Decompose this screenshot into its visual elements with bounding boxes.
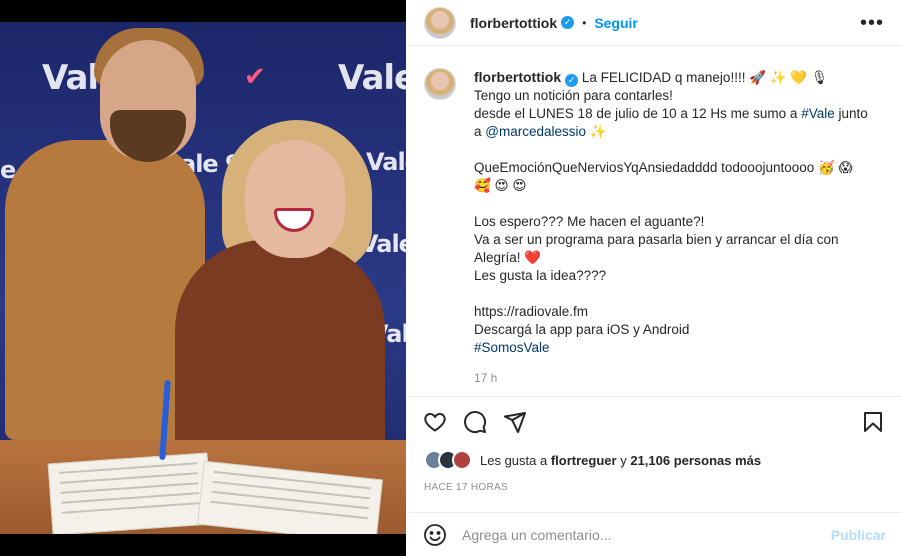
backdrop-logo-text: Vale	[366, 148, 406, 176]
more-horizontal-icon[interactable]: •••	[860, 13, 884, 33]
backdrop-logo-text: Vale	[338, 58, 406, 98]
caption-text-segment: ✨	[586, 124, 607, 139]
avatar[interactable]	[452, 450, 472, 470]
verified-badge-icon: ✓	[565, 73, 579, 87]
photo-letterbox-top	[0, 0, 406, 22]
caption-line-10: Les gusta la idea????	[474, 268, 607, 283]
caption-line-6: 🥰 😍 😍	[474, 178, 527, 193]
mention-link-marcedalessio[interactable]: @marcedalessio	[485, 124, 586, 139]
comment-input[interactable]	[462, 526, 831, 543]
backdrop-logo-mark: ✔	[244, 62, 266, 92]
post-photo[interactable]: Vale ✔ Vale Vale ale 97 Vale e 97 Vale	[0, 0, 406, 556]
header-username[interactable]: florbertottiok	[470, 15, 557, 31]
heart-icon[interactable]	[422, 409, 448, 435]
caption-line-3: desde el LUNES 18 de julio de 10 a 12 Hs…	[474, 105, 884, 123]
share-icon[interactable]	[502, 409, 528, 435]
post-time-ago[interactable]: HACE 17 HORAS	[424, 482, 508, 493]
caption-text-segment: a	[474, 124, 486, 139]
instagram-post: Vale ✔ Vale Vale ale 97 Vale e 97 Vale f…	[0, 0, 902, 556]
liker-username-link[interactable]: flortreguer	[551, 453, 617, 468]
caption-username[interactable]: florbertottiok	[474, 69, 561, 85]
woman-face	[245, 140, 345, 258]
action-bar	[406, 396, 902, 446]
verified-badge-icon: ✓	[561, 16, 575, 29]
emoji-icon[interactable]	[422, 522, 448, 548]
caption-timestamp[interactable]: 17 h	[474, 369, 884, 387]
likes-prefix: Les gusta a	[480, 452, 548, 468]
likes-middle: y	[620, 452, 627, 468]
post-details-panel: florbertottiok ✓ • Seguir ••• florbertot…	[406, 0, 902, 556]
separator-dot: •	[582, 15, 587, 30]
avatar[interactable]	[424, 6, 456, 39]
caption-text-segment: desde el LUNES 18 de julio de 10 a 12 Hs…	[474, 106, 802, 121]
comment-bar: Publicar	[406, 512, 902, 556]
woman-figure	[175, 240, 385, 460]
document-paper	[47, 452, 213, 536]
photo-letterbox-bottom	[0, 534, 406, 556]
caption-line-7: Los espero??? Me hacen el aguante?!	[474, 214, 705, 229]
hashtag-link-vale[interactable]: #Vale	[801, 106, 835, 121]
caption-line-2: Tengo un notición para contarles!	[474, 88, 673, 103]
caption-url: https://radiovale.fm	[474, 304, 589, 319]
follow-button[interactable]: Seguir	[594, 15, 638, 31]
likes-count-link[interactable]: 21,106 personas más	[630, 453, 761, 468]
bookmark-icon[interactable]	[860, 409, 886, 435]
caption: florbertottiok ✓ La FELICIDAD q manejo!!!…	[406, 54, 902, 394]
caption-line-12: Descargá la app para iOS y Android	[474, 322, 690, 337]
post-header: florbertottiok ✓ • Seguir •••	[406, 0, 902, 46]
publish-button[interactable]: Publicar	[831, 527, 886, 543]
likes-summary: Les gusta a flortreguer y 21,106 persona…	[424, 450, 761, 470]
caption-avatar[interactable]	[424, 68, 456, 100]
caption-line-9: Alegría! ❤️	[474, 250, 542, 265]
caption-text: florbertottiok ✓ La FELICIDAD q manejo!!!…	[474, 68, 884, 394]
liker-avatars[interactable]	[424, 450, 472, 470]
hashtag-link-somosvale[interactable]: #SomosVale	[474, 339, 884, 357]
caption-line-5: QueEmociónQueNerviosYqAnsiedadddd todooo…	[474, 160, 853, 175]
caption-line-8: Va a ser un programa para pasarla bien y…	[474, 232, 839, 247]
caption-line: florbertottiok ✓ La FELICIDAD q manejo!!!…	[474, 68, 884, 87]
caption-line-4: a @marcedalessio ✨	[474, 123, 884, 141]
caption-line-1: La FELICIDAD q manejo!!!! 🚀 ✨ 💛 🎙	[581, 70, 829, 85]
comment-icon[interactable]	[462, 409, 488, 435]
caption-text-segment: junto	[834, 106, 868, 121]
